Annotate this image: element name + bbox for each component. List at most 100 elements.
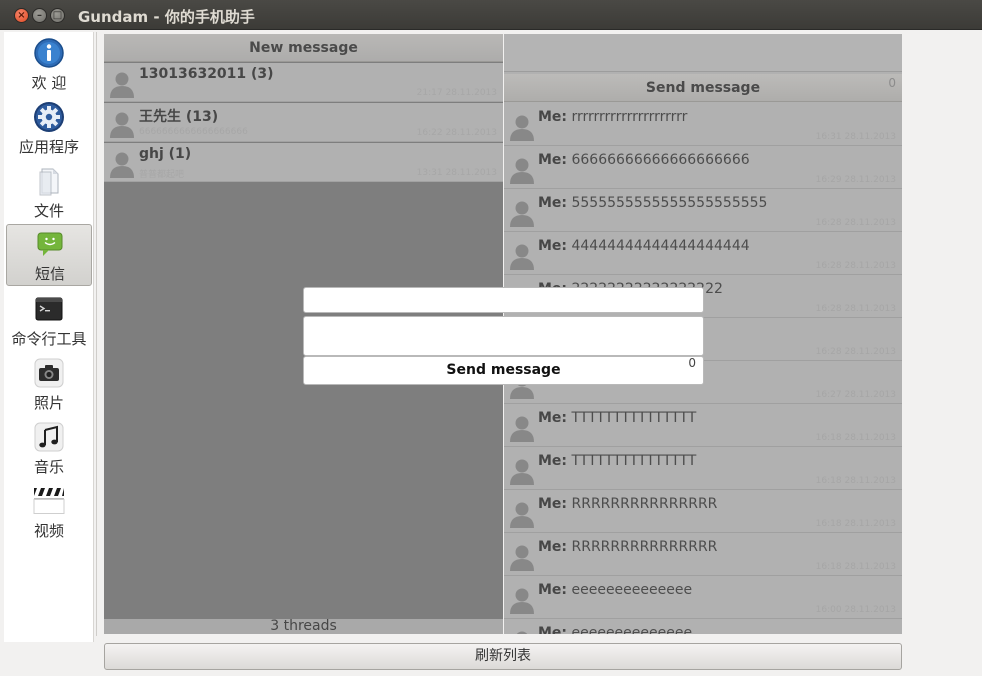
message-item[interactable]: Me: 44444444444444444444 16:28 28.11.2013 <box>504 232 902 275</box>
contact-avatar-icon <box>510 545 534 571</box>
sidebar-item-terminal[interactable]: 命令行工具 <box>6 290 92 352</box>
title-bar: × – □ Gundam - 你的手机助手 <box>0 0 982 30</box>
message-body-input[interactable] <box>303 316 704 356</box>
message-sender: Me: <box>538 238 568 254</box>
message-item[interactable]: Me: eeeeeeeeeeeeee <box>504 619 902 634</box>
message-sender: Me: <box>538 195 568 211</box>
window-title: Gundam - 你的手机助手 <box>78 8 255 26</box>
message-body: 44444444444444444444 <box>571 238 750 254</box>
info-icon <box>34 38 64 68</box>
message-item[interactable]: Me: TTTTTTTTTTTTTTT 16:18 28.11.2013 <box>504 447 902 490</box>
message-body: eeeeeeeeeeeeee <box>571 582 693 598</box>
sidebar-item-label: 文件 <box>33 202 64 220</box>
message-timestamp: 16:18 28.11.2013 <box>815 519 896 529</box>
divider <box>96 32 97 636</box>
message-timestamp: 16:29 28.11.2013 <box>815 175 896 185</box>
thread-item[interactable]: 13013632011 (3) 21:17 28.11.2013 <box>104 63 503 102</box>
message-text: Me: eeeeeeeeeeeeee <box>538 582 692 598</box>
message-text: Me: 5555555555555555555555 <box>538 195 767 211</box>
contact-avatar-icon <box>110 72 134 98</box>
app-window: × – □ Gundam - 你的手机助手 欢 迎 应用程序 文件 短信 命令行… <box>0 0 982 676</box>
message-sender: Me: <box>538 410 568 426</box>
sidebar-item-music[interactable]: 音乐 <box>6 418 92 480</box>
chat-bubble-icon <box>37 232 63 256</box>
thread-timestamp: 13:31 28.11.2013 <box>416 168 497 178</box>
sidebar-item-sms[interactable]: 短信 <box>6 224 92 286</box>
sidebar-item-photos[interactable]: 照片 <box>6 354 92 416</box>
message-timestamp: 16:28 28.11.2013 <box>815 304 896 314</box>
recipient-number-input[interactable] <box>303 287 704 313</box>
message-timestamp: 16:31 28.11.2013 <box>815 132 896 142</box>
minimize-window-button[interactable]: – <box>32 8 47 23</box>
message-sender: Me: <box>538 539 568 555</box>
message-timestamp: 16:18 28.11.2013 <box>815 476 896 486</box>
send-message-button[interactable]: Send message <box>504 74 902 102</box>
message-sender: Me: <box>538 582 568 598</box>
message-timestamp: 16:28 28.11.2013 <box>815 347 896 357</box>
contact-avatar-icon <box>510 158 534 184</box>
message-item[interactable]: Me: 5555555555555555555555 16:28 28.11.20… <box>504 189 902 232</box>
thread-contact-name: ghj (1) <box>139 146 192 162</box>
contact-avatar-icon <box>510 115 534 141</box>
sidebar-item-apps[interactable]: 应用程序 <box>6 98 92 160</box>
message-timestamp: 16:27 28.11.2013 <box>815 390 896 400</box>
music-note-icon <box>34 422 64 452</box>
character-count: 0 <box>888 76 896 90</box>
message-body: RRRRRRRRRRRRRRR <box>571 539 718 555</box>
message-text: Me: rrrrrrrrrrrrrrrrrrrrr <box>538 109 687 125</box>
dialog-send-button[interactable]: Send message <box>303 356 704 385</box>
sidebar-item-video[interactable]: 视频 <box>6 482 92 544</box>
thread-snippet: 普普都起吧 <box>139 170 185 180</box>
sidebar-item-files[interactable]: 文件 <box>6 162 92 224</box>
contact-avatar-icon <box>516 631 528 634</box>
compose-dialog: Send message 0 <box>303 287 704 385</box>
sidebar-item-welcome[interactable]: 欢 迎 <box>6 34 92 96</box>
message-timestamp: 16:28 28.11.2013 <box>815 218 896 228</box>
maximize-window-button[interactable]: □ <box>50 8 65 23</box>
message-item[interactable]: Me: RRRRRRRRRRRRRRR 16:18 28.11.2013 <box>504 490 902 533</box>
contact-avatar-icon <box>110 152 134 178</box>
message-sender: Me: <box>538 625 568 634</box>
contact-avatar-icon <box>510 502 534 528</box>
message-text: Me: RRRRRRRRRRRRRRR <box>538 496 717 512</box>
refresh-list-button[interactable]: 刷新列表 <box>104 643 902 670</box>
message-body: 5555555555555555555555 <box>571 195 768 211</box>
message-item[interactable]: Me: rrrrrrrrrrrrrrrrrrrrr 16:31 28.11.201… <box>504 103 902 146</box>
message-body: TTTTTTTTTTTTTTT <box>571 453 697 469</box>
thread-timestamp: 21:17 28.11.2013 <box>416 88 497 98</box>
message-body: eeeeeeeeeeeeee <box>571 625 693 634</box>
message-timestamp: 16:28 28.11.2013 <box>815 261 896 271</box>
message-item[interactable]: Me: 66666666666666666666 16:29 28.11.2013 <box>504 146 902 189</box>
clapperboard-icon <box>33 488 65 514</box>
camera-icon <box>34 358 64 388</box>
contact-avatar-icon <box>510 244 534 270</box>
message-sender: Me: <box>538 496 568 512</box>
message-item[interactable]: Me: TTTTTTTTTTTTTTT 16:18 28.11.2013 <box>504 404 902 447</box>
message-text: Me: eeeeeeeeeeeeee <box>538 625 692 634</box>
message-text: Me: TTTTTTTTTTTTTTT <box>538 410 696 426</box>
message-item[interactable]: Me: RRRRRRRRRRRRRRR 16:18 28.11.2013 <box>504 533 902 576</box>
thread-snippet: 6666666666666666666 <box>139 127 248 137</box>
message-body: rrrrrrrrrrrrrrrrrrrrr <box>571 109 688 125</box>
new-message-button[interactable]: New message <box>104 34 503 62</box>
message-item[interactable]: Me: eeeeeeeeeeeeee 16:00 28.11.2013 <box>504 576 902 619</box>
message-text: Me: 66666666666666666666 <box>538 152 750 168</box>
contact-avatar-icon <box>510 201 534 227</box>
thread-timestamp: 16:22 28.11.2013 <box>416 128 497 138</box>
message-body: 66666666666666666666 <box>571 152 750 168</box>
message-input[interactable] <box>504 34 902 72</box>
sidebar-item-label: 照片 <box>33 394 64 412</box>
close-window-button[interactable]: × <box>14 8 29 23</box>
sidebar-item-label: 应用程序 <box>18 138 79 156</box>
message-sender: Me: <box>538 152 568 168</box>
message-timestamp: 16:18 28.11.2013 <box>815 433 896 443</box>
message-text: Me: TTTTTTTTTTTTTTT <box>538 453 696 469</box>
thread-item[interactable]: ghj (1) 普普都起吧 13:31 28.11.2013 <box>104 143 503 182</box>
thread-item[interactable]: 王先生 (13) 6666666666666666666 16:22 28.11… <box>104 103 503 142</box>
threads-count-label: 3 threads <box>104 619 503 634</box>
contact-avatar-icon <box>110 112 134 138</box>
sidebar-item-label: 视频 <box>33 522 64 540</box>
message-text: Me: 44444444444444444444 <box>538 238 750 254</box>
message-timestamp: 16:18 28.11.2013 <box>815 562 896 572</box>
terminal-icon <box>35 297 63 321</box>
